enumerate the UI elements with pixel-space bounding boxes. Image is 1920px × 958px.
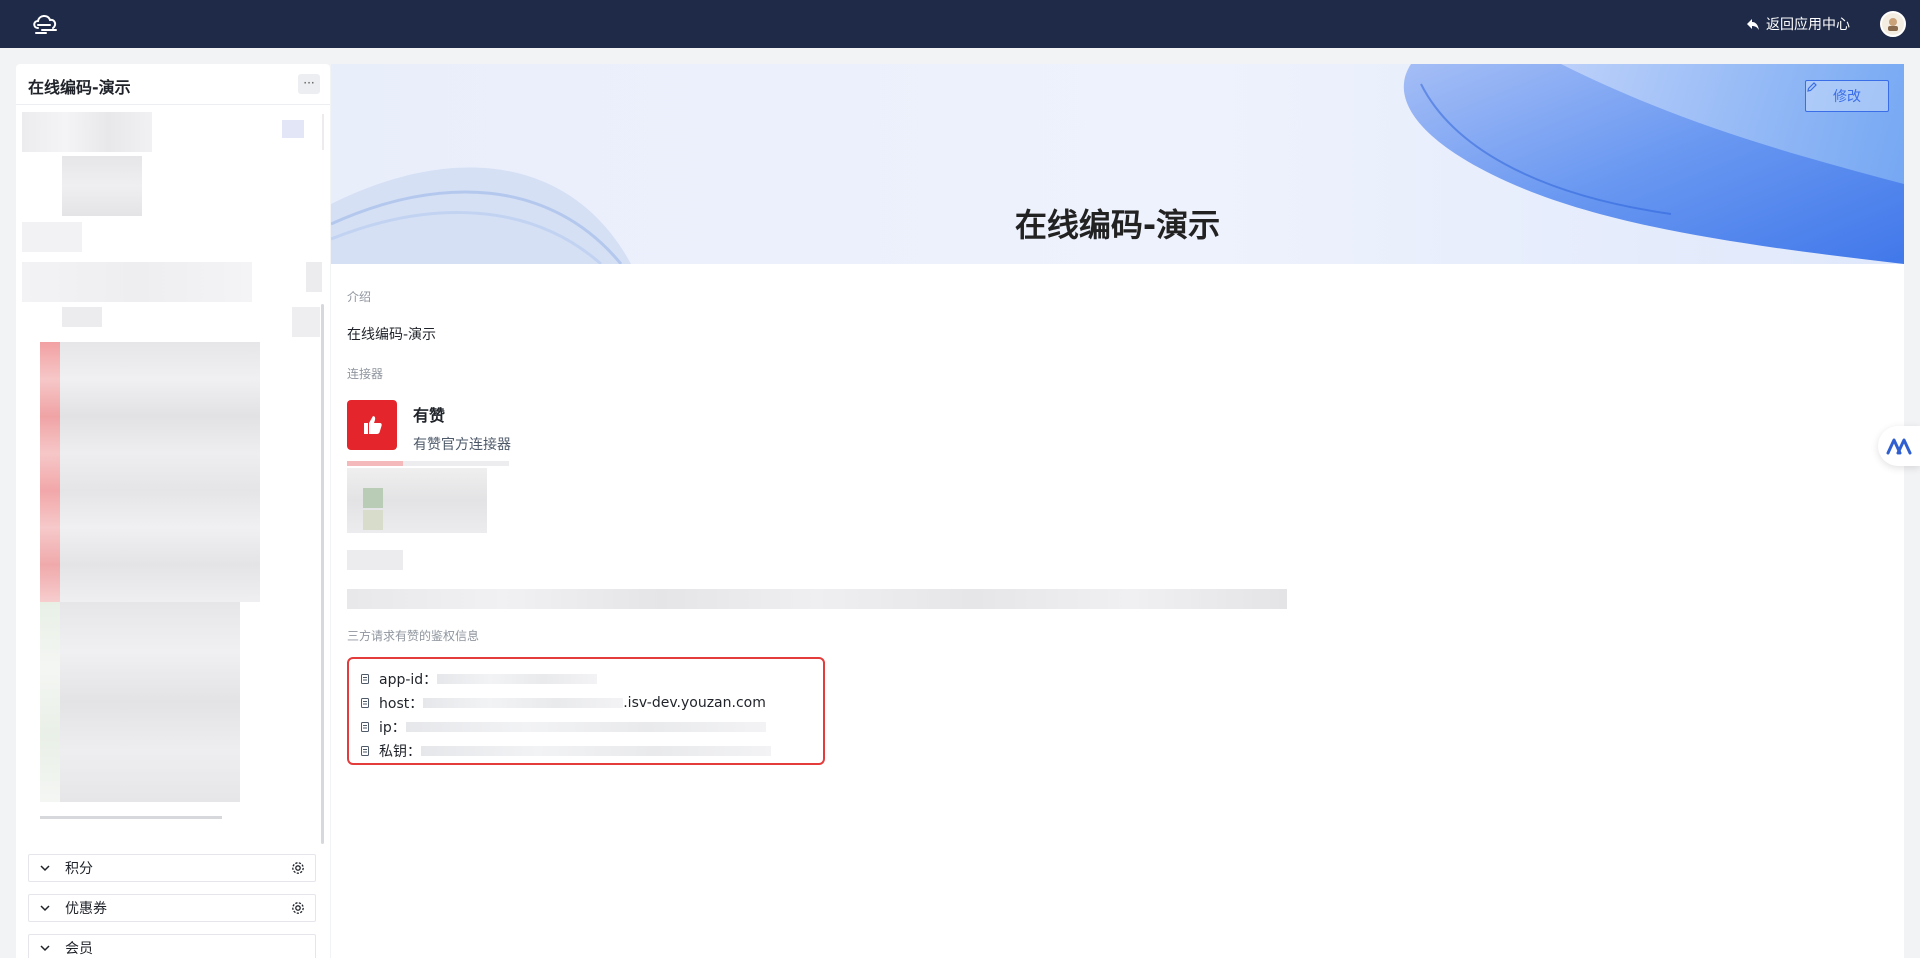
reply-arrow-icon [1747, 19, 1759, 30]
sidebar-redacted-content [22, 112, 324, 902]
redacted-block [347, 461, 403, 466]
app-banner: 在线编码-演示 修改 [331, 64, 1904, 264]
sidebar-title: 在线编码-演示 [28, 78, 131, 97]
auth-info-box: app-id： host： .isv-dev.youzan.com ip： 私钥… [347, 657, 825, 765]
copy-icon[interactable] [359, 673, 371, 685]
youzan-logo-icon [347, 400, 397, 450]
private-key-label: 私钥： [379, 744, 421, 760]
connector-label: 连接器 [347, 367, 384, 381]
redacted-block [347, 589, 1287, 609]
auth-row-ip: ip： [359, 717, 766, 737]
banner-title: 在线编码-演示 [1014, 206, 1221, 244]
redacted-block [363, 488, 383, 508]
more-options-button[interactable]: ··· [298, 74, 320, 94]
section-label: 积分 [65, 861, 93, 877]
section-coupons[interactable]: 优惠券 [28, 894, 316, 922]
copy-icon[interactable] [359, 697, 371, 709]
ip-label: ip： [379, 720, 406, 736]
sidebar-divider [16, 104, 330, 105]
app-id-value-redacted [437, 674, 598, 684]
cloud-logo-icon[interactable] [30, 10, 60, 36]
intro-label: 介绍 [347, 290, 372, 304]
section-label: 会员 [65, 941, 93, 957]
connector-name: 有赞 [413, 406, 446, 425]
section-members[interactable]: 会员 [28, 934, 316, 958]
host-suffix: .isv-dev.youzan.com [623, 695, 766, 711]
redacted-block [363, 510, 383, 530]
back-link-label: 返回应用中心 [1766, 17, 1850, 33]
app-sidebar: 在线编码-演示 ··· 积分 优惠券 会员 [16, 64, 330, 958]
auth-row-host: host： .isv-dev.youzan.com [359, 693, 766, 713]
user-avatar[interactable] [1880, 11, 1906, 37]
copy-icon[interactable] [359, 745, 371, 757]
back-to-app-center-link[interactable]: 返回应用中心 [1746, 14, 1850, 34]
main-panel: 在线编码-演示 修改 介绍 在线编码-演示 连接器 有赞 有赞官方连接器 三方请… [331, 64, 1904, 958]
redacted-block [347, 550, 403, 570]
section-points[interactable]: 积分 [28, 854, 316, 882]
chevron-down-icon [40, 865, 50, 872]
section-label: 优惠券 [65, 901, 107, 917]
chevron-down-icon [40, 945, 50, 952]
chevron-down-icon [40, 905, 50, 912]
ai-assistant-icon [1886, 438, 1912, 455]
sidebar-scrollbar[interactable] [321, 304, 324, 844]
intro-text: 在线编码-演示 [347, 327, 437, 343]
gear-icon[interactable] [291, 901, 305, 915]
copy-icon[interactable] [359, 721, 371, 733]
redacted-block [403, 461, 509, 466]
top-bar: 返回应用中心 [0, 0, 1920, 48]
auth-row-private-key: 私钥： [359, 741, 771, 761]
gear-icon[interactable] [291, 861, 305, 875]
avatar-face-icon [1888, 18, 1898, 31]
host-value-redacted [423, 698, 624, 708]
host-label: host： [379, 696, 424, 712]
pencil-icon [1807, 82, 1817, 92]
ai-assistant-button[interactable] [1878, 426, 1920, 466]
auth-info-label: 三方请求有赞的鉴权信息 [347, 629, 480, 643]
ip-value-redacted [405, 722, 766, 732]
auth-row-app-id: app-id： [359, 669, 598, 689]
connector-description: 有赞官方连接器 [413, 437, 511, 453]
private-key-value-redacted [421, 746, 771, 756]
edit-button[interactable]: 修改 [1805, 80, 1889, 112]
edit-button-label: 修改 [1833, 89, 1861, 105]
app-id-label: app-id： [379, 672, 438, 688]
